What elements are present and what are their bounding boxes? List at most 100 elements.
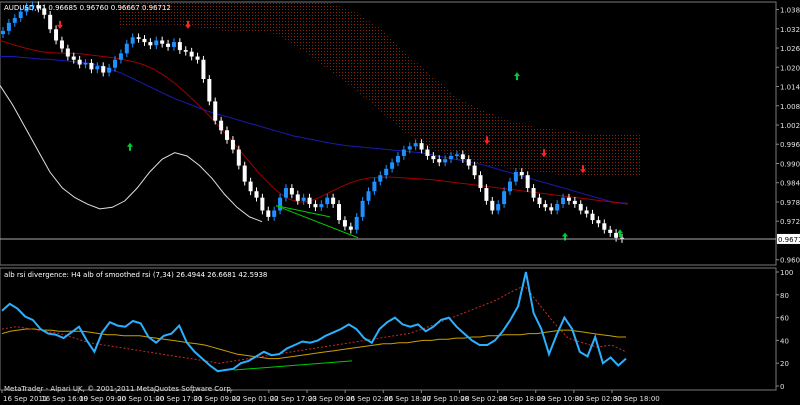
candle-body xyxy=(266,210,271,217)
candle-body xyxy=(454,154,459,156)
candle-body xyxy=(561,197,566,205)
candle-body xyxy=(248,181,253,192)
candle-body xyxy=(513,171,518,182)
candle-body xyxy=(543,204,548,208)
y-tick-label: 0.99665 xyxy=(780,141,800,149)
candle-body xyxy=(295,194,300,201)
candle-body xyxy=(572,200,577,205)
candle-body xyxy=(584,210,589,214)
candle-body xyxy=(48,14,53,30)
candle-body xyxy=(260,197,265,211)
candle-body xyxy=(242,165,247,182)
candle-body xyxy=(107,67,112,73)
candle-body xyxy=(319,204,324,208)
candle-body xyxy=(278,197,283,211)
candle-body xyxy=(555,204,560,211)
candle-body xyxy=(272,210,277,217)
candle-body xyxy=(437,159,442,163)
y-tick-label: 0.97865 xyxy=(780,199,800,207)
candle-body xyxy=(566,197,571,201)
candle-body xyxy=(166,43,171,47)
candle-body xyxy=(407,146,412,150)
candle-body xyxy=(519,171,524,176)
candle-body xyxy=(254,191,259,198)
y-tick-label: 1.03265 xyxy=(780,26,800,34)
candle-body xyxy=(496,204,501,211)
y-tick-label: 1.02665 xyxy=(780,45,800,53)
candle-body xyxy=(101,66,106,73)
candle-body xyxy=(384,168,389,176)
candle-body xyxy=(124,43,129,54)
candle-body xyxy=(77,59,82,65)
candle-body xyxy=(443,159,448,163)
candle-body xyxy=(401,149,406,156)
candle-body xyxy=(201,59,206,79)
candle-body xyxy=(342,220,347,227)
candle-body xyxy=(390,162,395,169)
candle-body xyxy=(183,50,188,52)
candle-body xyxy=(18,11,23,19)
y-tick-label: 0.98465 xyxy=(780,180,800,188)
candle-body xyxy=(337,204,342,221)
candle-body xyxy=(171,42,176,47)
candle-body xyxy=(378,175,383,182)
candle-body xyxy=(225,130,230,140)
rsi-y-tick-label: 80 xyxy=(780,292,789,300)
candle-body xyxy=(95,66,100,70)
candle-body xyxy=(460,154,465,160)
candle-body xyxy=(230,139,235,150)
candle-body xyxy=(313,204,318,208)
candle-body xyxy=(425,149,430,156)
y-tick-label: 0.99065 xyxy=(780,160,800,168)
candle-body xyxy=(213,101,218,121)
candle-body xyxy=(118,53,123,60)
y-tick-label: 1.02065 xyxy=(780,64,800,72)
candle-body xyxy=(325,197,330,205)
candle-body xyxy=(614,232,619,238)
candle-body xyxy=(466,159,471,166)
y-tick-label: 1.01465 xyxy=(780,84,800,92)
y-tick-label: 0.96065 xyxy=(780,257,800,265)
candle-body xyxy=(83,62,88,65)
candle-body xyxy=(195,56,200,60)
candle-body xyxy=(59,40,64,49)
candle-body xyxy=(478,175,483,189)
candle-body xyxy=(236,149,241,166)
candle-body xyxy=(289,188,294,195)
y-tick-label: 1.00265 xyxy=(780,122,800,130)
candle-body xyxy=(360,200,365,217)
candle-body xyxy=(608,229,613,233)
candle-body xyxy=(413,143,418,147)
candle-body xyxy=(366,191,371,201)
rsi-y-tick-label: 0 xyxy=(780,383,784,391)
rsi-y-tick-label: 60 xyxy=(780,315,789,323)
candle-body xyxy=(71,56,76,60)
candle-body xyxy=(590,213,595,221)
candle-body xyxy=(490,200,495,211)
candle-body xyxy=(12,18,17,23)
candle-body xyxy=(1,30,5,35)
rsi-y-tick-label: 40 xyxy=(780,337,789,345)
candle-body xyxy=(449,155,454,160)
candle-body xyxy=(142,38,147,43)
candle-body xyxy=(354,216,359,230)
candle-body xyxy=(54,29,59,41)
candle-body xyxy=(484,188,489,201)
rsi-y-tick-label: 20 xyxy=(780,360,789,368)
candle-body xyxy=(502,191,507,205)
candle-body xyxy=(372,181,377,192)
candle-body xyxy=(148,42,153,46)
candle-body xyxy=(549,207,554,211)
candle-body xyxy=(219,120,224,131)
rsi-y-tick-label: 100 xyxy=(780,269,793,277)
candle-body xyxy=(307,197,312,205)
y-tick-label: 1.03865 xyxy=(780,7,800,15)
candle-body xyxy=(419,143,424,150)
candle-body xyxy=(6,22,11,31)
x-tick-label: 30 Sep 18:00 xyxy=(613,395,660,403)
candle-body xyxy=(130,37,135,44)
candle-body xyxy=(301,197,306,201)
candle-body xyxy=(395,155,400,163)
candle-body xyxy=(65,48,70,57)
candle-body xyxy=(207,78,212,102)
